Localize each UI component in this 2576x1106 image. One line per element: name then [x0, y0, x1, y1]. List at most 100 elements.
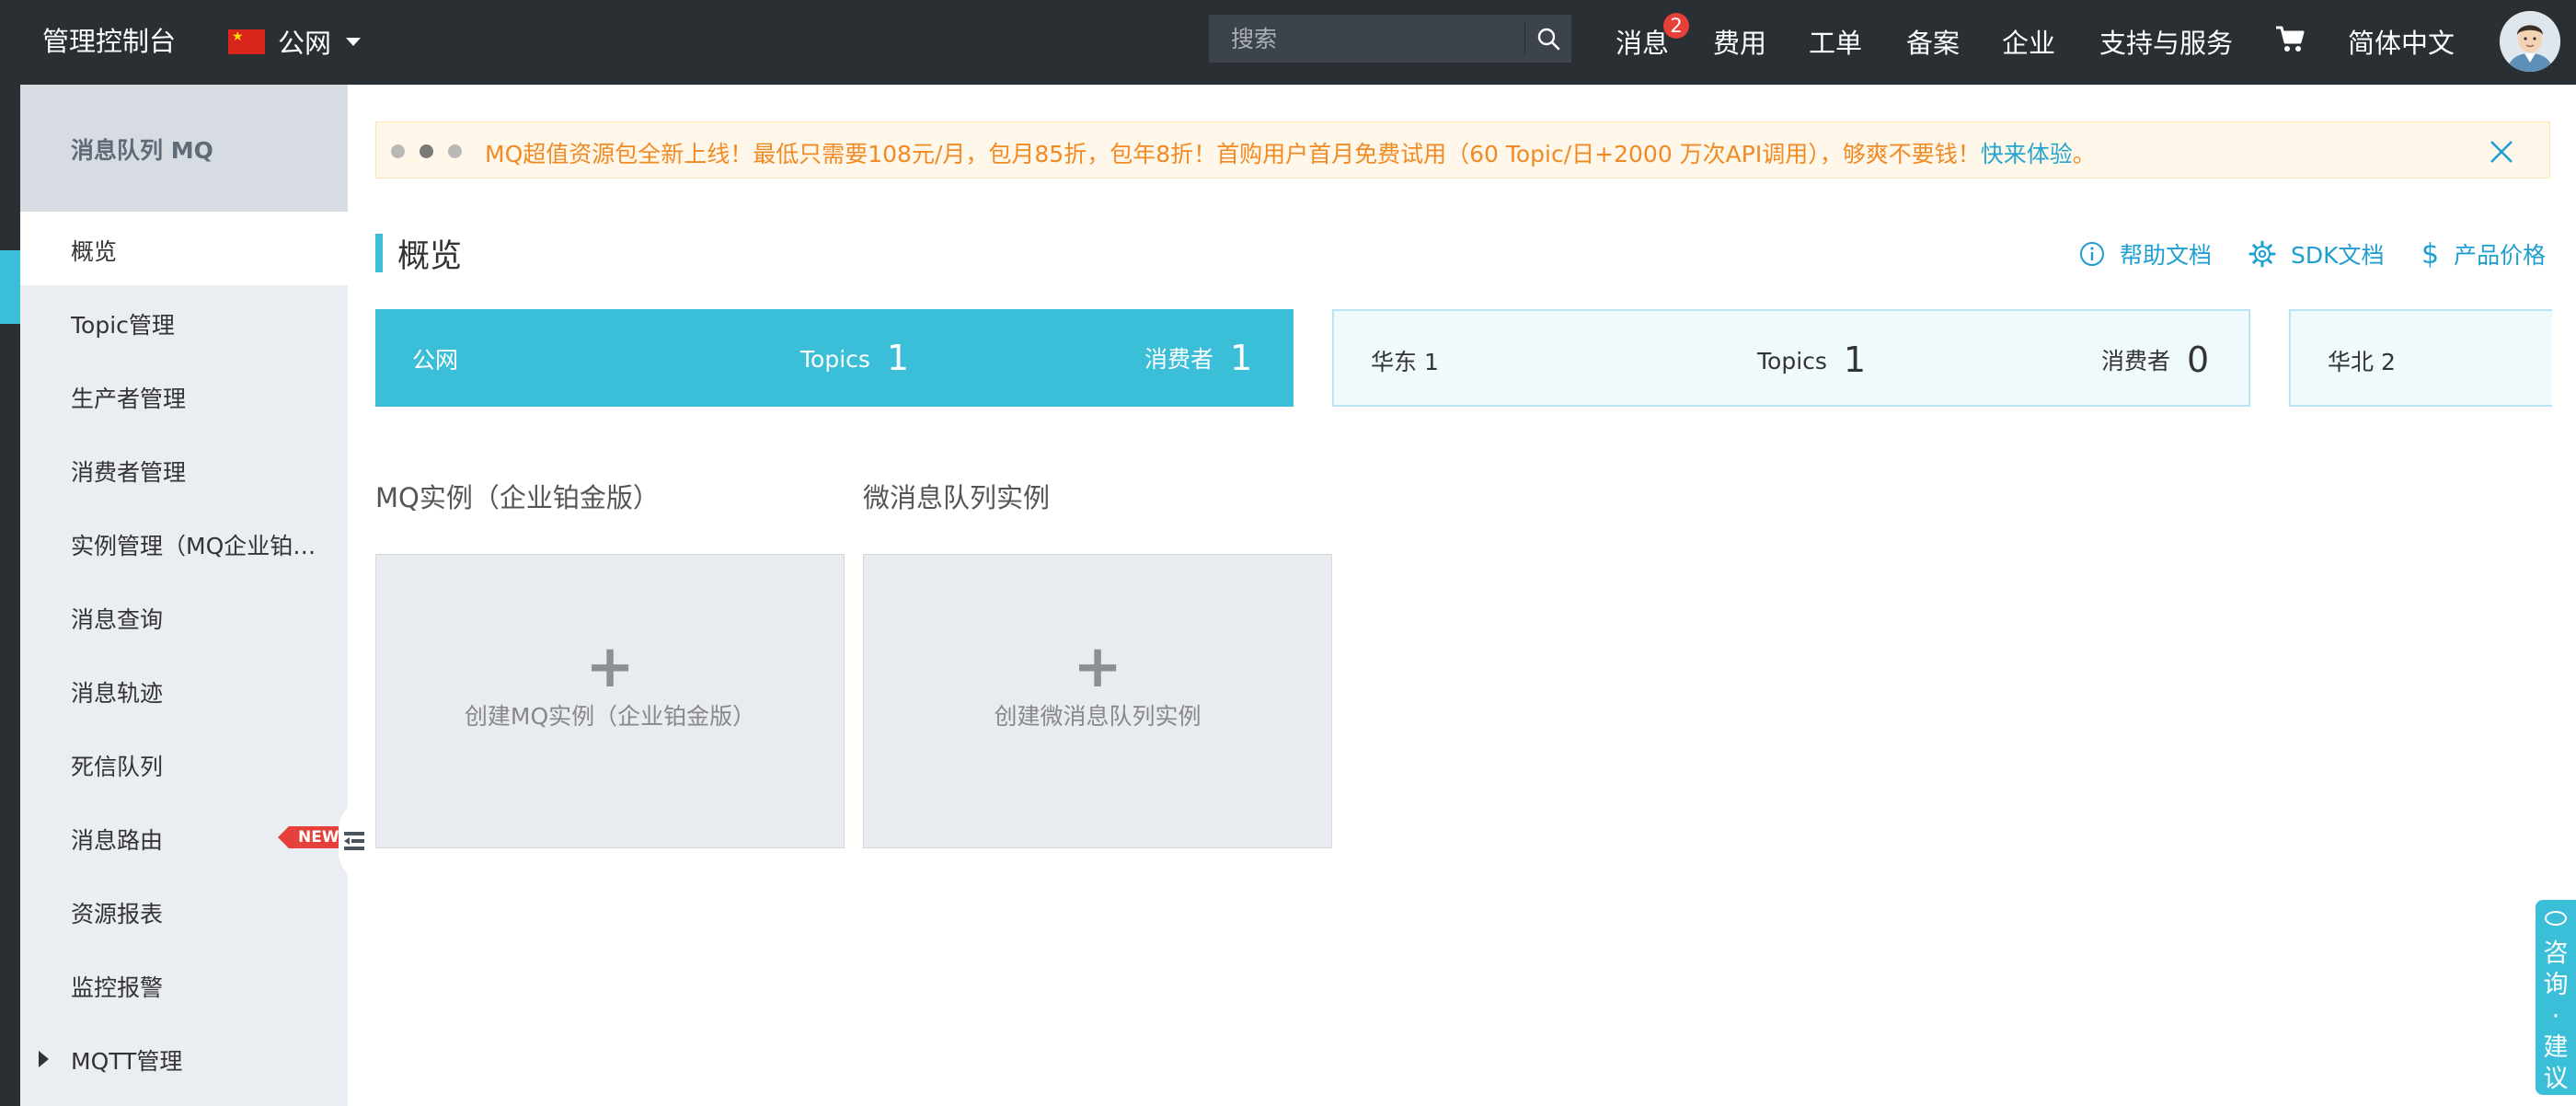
sidebar-item-label: MQTT管理	[71, 1048, 183, 1075]
product-price-label: 产品价格	[2454, 242, 2547, 269]
help-docs-label: 帮助文档	[2120, 242, 2213, 269]
sidebar-item-dead-letter[interactable]: 死信队列	[20, 727, 348, 801]
sidebar-item-resource-report[interactable]: 资源报表	[20, 874, 348, 948]
user-avatar[interactable]	[2500, 11, 2560, 72]
gear-icon	[2248, 240, 2276, 268]
region-consumers: 消费者 1	[1144, 335, 1253, 378]
region-card-east1[interactable]: 华东 1 Topics 1 消费者 0	[1332, 309, 2250, 407]
sidebar-item-message-trace[interactable]: 消息轨迹	[20, 653, 348, 727]
chat-icon	[2545, 911, 2567, 926]
region-card-north2[interactable]: 华北 2	[2289, 309, 2552, 407]
sidebar-item-label: 概览	[71, 238, 118, 265]
region-name: 华北 2	[2328, 349, 2396, 375]
mq-instance-section-title: MQ实例（企业铂金版）	[375, 482, 660, 513]
nav-language[interactable]: 简体中文	[2348, 22, 2455, 61]
console-home-link[interactable]: 管理控制台	[42, 20, 176, 59]
consumers-label: 消费者	[1144, 346, 1214, 373]
consumers-label: 消费者	[2101, 348, 2171, 374]
product-price-link[interactable]: $ 产品价格	[2421, 237, 2546, 271]
region-label: 公网	[278, 28, 332, 59]
consult-label: 咨询·建议	[2543, 939, 2569, 1093]
messages-badge: 2	[1663, 13, 1689, 39]
sidebar-item-label: 消息轨迹	[71, 680, 164, 707]
create-micro-queue-button[interactable]: + 创建微消息队列实例	[863, 554, 1332, 848]
collapse-menu-icon	[344, 832, 364, 850]
create-mq-instance-label: 创建MQ实例（企业铂金版）	[464, 703, 756, 730]
caret-down-icon	[346, 37, 362, 46]
sidebar-item-overview[interactable]: 概览	[20, 212, 348, 285]
create-micro-queue-label: 创建微消息队列实例	[994, 703, 1202, 730]
close-icon[interactable]	[2489, 139, 2514, 165]
region-selector[interactable]: ★ 公网	[228, 22, 362, 61]
topics-count: 1	[1843, 340, 1867, 380]
sidebar-item-producer[interactable]: 生产者管理	[20, 359, 348, 432]
sidebar-item-instance[interactable]: 实例管理（MQ企业铂…	[20, 506, 348, 580]
sidebar-item-label: 死信队列	[71, 754, 164, 780]
sidebar-item-message-query[interactable]: 消息查询	[20, 580, 348, 653]
nav-messages[interactable]: 消息	[1616, 22, 1669, 61]
create-mq-instance-button[interactable]: + 创建MQ实例（企业铂金版）	[375, 554, 845, 848]
sidebar-item-label: 监控报警	[71, 974, 164, 1001]
nav-fees[interactable]: 费用	[1713, 22, 1766, 61]
micro-queue-section-title: 微消息队列实例	[863, 482, 1051, 513]
sidebar-item-label: 资源报表	[71, 901, 164, 927]
cart-icon[interactable]	[2274, 24, 2306, 53]
sidebar-item-label: 实例管理（MQ企业铂…	[71, 533, 316, 559]
user-avatar-icon	[2500, 11, 2560, 72]
sidebar-item-mqtt[interactable]: MQTT管理	[20, 1021, 348, 1095]
nav-filing[interactable]: 备案	[1906, 22, 1960, 61]
topics-label: Topics	[800, 346, 870, 373]
product-nav-strip	[0, 85, 20, 1106]
sidebar-item-topic[interactable]: Topic管理	[20, 285, 348, 359]
sidebar-item-label: 消费者管理	[71, 459, 187, 486]
notice-link[interactable]: 快来体验	[1981, 141, 2073, 167]
page-title: 概览	[397, 238, 463, 275]
sidebar-item-label: 生产者管理	[71, 386, 187, 412]
sidebar-item-label: 消息路由	[71, 827, 164, 854]
topics-label: Topics	[1757, 348, 1827, 374]
promo-notice: MQ超值资源包全新上线！最低只需要108元/月，包月85折，包年8折！首购用户首…	[375, 121, 2550, 179]
search-box	[1209, 15, 1571, 63]
top-navbar: 管理控制台 ★ 公网 消息 2 费用 工单 备案 企业 支持与服务 简体中文	[0, 0, 2576, 85]
topics-count: 1	[886, 338, 910, 378]
sdk-docs-link[interactable]: SDK文档	[2248, 237, 2385, 271]
notice-text: MQ超值资源包全新上线！最低只需要108元/月，包月85折，包年8折！首购用户首…	[485, 141, 1981, 167]
carousel-dots	[391, 144, 462, 158]
region-consumers: 消费者 0	[2101, 337, 2210, 380]
sidebar-title-text: 消息队列 MQ	[71, 137, 213, 164]
region-card-public[interactable]: 公网 Topics 1 消费者 1	[375, 309, 1294, 407]
consult-feedback-tab[interactable]: 咨询·建议	[2536, 900, 2576, 1095]
page-title-accent	[375, 234, 383, 272]
search-icon	[1537, 28, 1560, 51]
sidebar-title: 消息队列 MQ	[20, 85, 348, 212]
region-name: 公网	[412, 347, 459, 374]
nav-tickets[interactable]: 工单	[1809, 22, 1862, 61]
region-name: 华东 1	[1371, 349, 1439, 375]
carousel-dot[interactable]	[391, 144, 405, 158]
carousel-dot[interactable]	[448, 144, 462, 158]
china-flag-icon: ★	[228, 29, 265, 54]
consumers-count: 0	[2187, 340, 2210, 380]
dollar-icon: $	[2421, 237, 2440, 271]
notice-message: MQ超值资源包全新上线！最低只需要108元/月，包月85折，包年8折！首购用户首…	[485, 136, 2096, 169]
info-icon	[2080, 242, 2104, 266]
plus-icon: +	[1073, 633, 1122, 701]
nav-enterprise[interactable]: 企业	[2002, 22, 2055, 61]
search-input[interactable]	[1209, 15, 1524, 63]
sidebar-item-label: Topic管理	[71, 312, 175, 339]
search-button[interactable]	[1525, 15, 1571, 63]
nav-support[interactable]: 支持与服务	[2099, 22, 2233, 61]
sdk-docs-label: SDK文档	[2291, 242, 2385, 269]
expand-arrow-icon	[39, 1051, 49, 1067]
carousel-dot-active[interactable]	[420, 144, 433, 158]
consumers-count: 1	[1230, 338, 1253, 378]
region-topics: Topics 1	[800, 335, 910, 378]
sidebar-item-label: 消息查询	[71, 606, 164, 633]
notice-tail: 。	[2072, 141, 2096, 167]
sidebar-item-consumer[interactable]: 消费者管理	[20, 432, 348, 506]
sidebar-item-monitoring[interactable]: 监控报警	[20, 948, 348, 1021]
plus-icon: +	[585, 633, 635, 701]
help-docs-link[interactable]: 帮助文档	[2079, 237, 2212, 271]
region-topics: Topics 1	[1757, 337, 1867, 380]
sidebar: 消息队列 MQ 概览 Topic管理 生产者管理 消费者管理 实例管理（MQ企业…	[20, 85, 370, 1106]
